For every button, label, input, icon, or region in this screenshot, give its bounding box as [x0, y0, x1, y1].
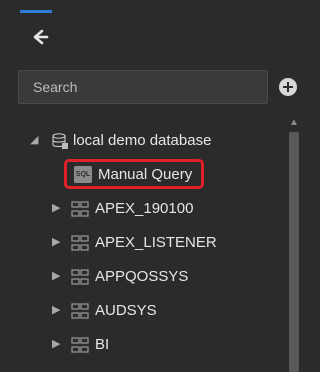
scrollbar[interactable]: ▲ — [287, 110, 301, 372]
selection-highlight — [64, 159, 204, 189]
tree-node-schema[interactable]: ▶ APPQOSSYS — [0, 260, 287, 294]
schema-icon — [71, 201, 89, 217]
tree-node-label: APEX_190100 — [95, 200, 194, 217]
collapsed-arrow-icon[interactable]: ▶ — [52, 305, 62, 316]
connection-tree: ◢ local demo database SQL Manual Query ▶… — [0, 124, 287, 362]
plus-circle-icon[interactable] — [279, 78, 297, 96]
schema-icon — [71, 235, 89, 251]
tree-node-schema[interactable]: ▶ AUDSYS — [0, 294, 287, 328]
scrollbar-thumb[interactable] — [289, 132, 299, 372]
database-icon — [52, 133, 68, 149]
connections-icon — [33, 29, 49, 45]
expanded-arrow-icon[interactable]: ◢ — [30, 135, 40, 146]
collapsed-arrow-icon[interactable]: ▶ — [52, 237, 62, 248]
top-bar — [0, 0, 308, 58]
tree-node-label: APEX_LISTENER — [95, 234, 217, 251]
collapsed-arrow-icon[interactable]: ▶ — [52, 203, 62, 214]
tree-node-label: BI — [95, 336, 110, 353]
collapsed-arrow-icon[interactable]: ▶ — [52, 271, 62, 282]
tree-node-schema[interactable]: ▶ BI — [0, 328, 287, 362]
tree-node-label: local demo database — [73, 132, 212, 149]
scroll-up-arrow-icon[interactable]: ▲ — [287, 118, 301, 128]
schema-icon — [71, 337, 89, 353]
tree-node-schema[interactable]: ▶ APEX_190100 — [0, 192, 287, 226]
tree-node-manual-query[interactable]: SQL Manual Query — [0, 158, 287, 192]
search-input[interactable] — [19, 71, 267, 103]
tree-node-schema[interactable]: ▶ APEX_LISTENER — [0, 226, 287, 260]
schema-icon — [71, 269, 89, 285]
tree-node-root[interactable]: ◢ local demo database — [0, 124, 287, 158]
active-tab-indicator — [20, 10, 52, 13]
schema-icon — [71, 303, 89, 319]
collapsed-arrow-icon[interactable]: ▶ — [52, 339, 62, 350]
tree-node-label: APPQOSSYS — [95, 268, 189, 285]
tab-connections[interactable] — [20, 10, 52, 52]
tree-node-label: AUDSYS — [95, 302, 157, 319]
search-field[interactable] — [18, 70, 268, 104]
